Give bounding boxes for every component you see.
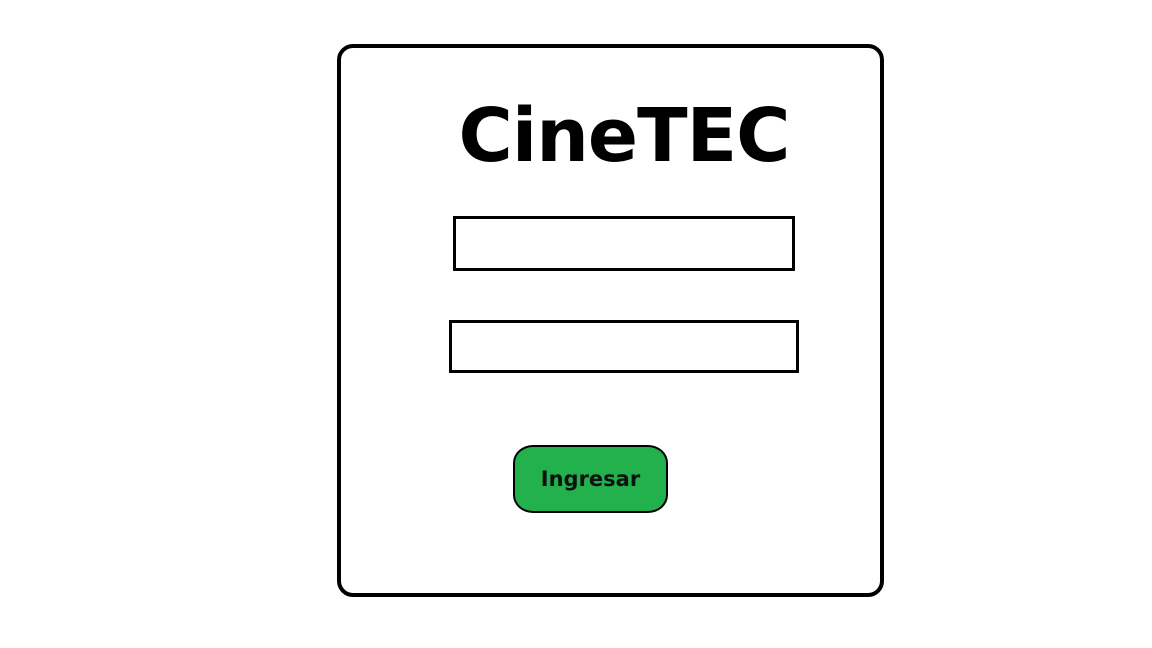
- ingresar-button[interactable]: Ingresar: [513, 445, 668, 513]
- app-title: CineTEC: [458, 93, 791, 179]
- page: CineTEC Ingresar: [0, 0, 1152, 648]
- password-input[interactable]: [449, 320, 799, 373]
- login-card: CineTEC Ingresar: [337, 44, 884, 597]
- username-input[interactable]: [453, 216, 795, 271]
